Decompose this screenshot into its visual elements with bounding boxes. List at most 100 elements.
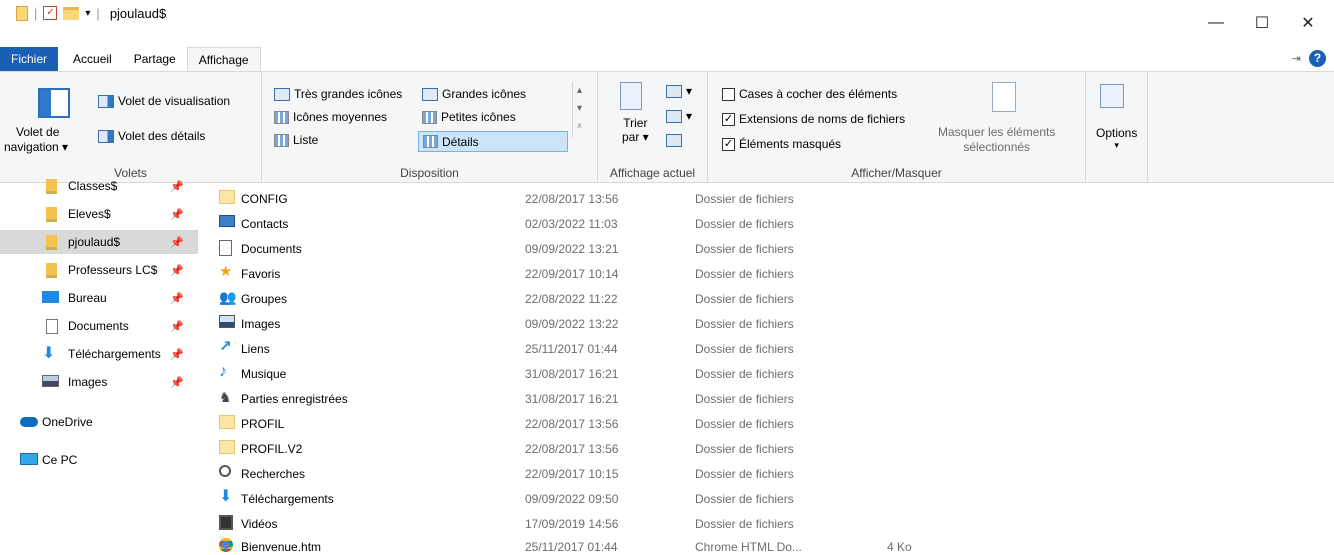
file-name: Images [241, 317, 281, 331]
small-icons-icon [422, 110, 437, 124]
preview-pane-icon [98, 94, 114, 108]
pin-icon: 📌 [170, 376, 184, 389]
checkbox-label: Extensions de noms de fichiers [739, 112, 906, 126]
sort-by-button[interactable]: Trier par ▾ [622, 116, 649, 144]
preview-pane-button[interactable]: Volet de visualisation [98, 94, 230, 108]
table-row[interactable]: PROFIL 22/08/2017 13:56 Dossier de fichi… [205, 411, 1334, 436]
layout-label: Petites icônes [441, 110, 516, 124]
group-label-afficher-masquer: Afficher/Masquer [851, 166, 942, 180]
file-extensions-toggle[interactable]: ✓ Extensions de noms de fichiers [722, 112, 905, 126]
table-row[interactable]: PROFIL.V2 22/08/2017 13:56 Dossier de fi… [205, 436, 1334, 461]
nav-item-ce-pc[interactable]: Ce PC [0, 448, 198, 472]
file-type: Dossier de fichiers [695, 267, 794, 281]
nav-item-telechargements[interactable]: ⬇ Téléchargements 📌 [0, 342, 198, 366]
options-button[interactable]: Options ▾ [1096, 126, 1137, 151]
hide-selected-button[interactable]: Masquer les éléments sélectionnés [938, 125, 1055, 154]
details-icon [423, 135, 438, 148]
file-name: Contacts [241, 217, 289, 231]
table-row[interactable]: Images 09/09/2022 13:22 Dossier de fichi… [205, 311, 1334, 336]
table-row[interactable]: Bienvenue.htm 25/11/2017 01:44 Chrome HT… [205, 534, 1334, 555]
folder-icon [46, 207, 57, 222]
navigation-pane-icon[interactable] [38, 88, 70, 118]
file-name: Liens [241, 342, 270, 356]
file-type: Dossier de fichiers [695, 292, 794, 306]
item-checkboxes-toggle[interactable]: Cases à cocher des éléments [722, 87, 897, 101]
details-pane-icon [98, 129, 114, 143]
table-row[interactable]: 👥 Groupes 22/08/2022 11:22 Dossier de fi… [205, 286, 1334, 311]
new-folder-icon[interactable] [63, 6, 80, 20]
tab-partage[interactable]: Partage [123, 47, 187, 71]
nav-item-documents[interactable]: Documents 📌 [0, 314, 198, 338]
pin-ribbon-icon[interactable]: ⇥ [1292, 52, 1301, 65]
minimize-button[interactable]: — [1193, 0, 1239, 46]
layout-details[interactable]: Détails [418, 131, 568, 152]
size-columns-icon[interactable] [666, 134, 682, 147]
download-icon: ⬇ [219, 488, 233, 505]
layout-extra-large-icons[interactable]: Très grandes icônes [274, 87, 402, 101]
table-row[interactable]: ⬇ Téléchargements 09/09/2022 09:50 Dossi… [205, 486, 1334, 511]
nav-item-bureau[interactable]: Bureau 📌 [0, 286, 198, 310]
tab-fichier[interactable]: Fichier [0, 47, 59, 71]
layout-list[interactable]: Liste [274, 133, 318, 147]
nav-item-eleves[interactable]: Eleves$ 📌 [0, 202, 198, 226]
file-date: 31/08/2017 16:21 [525, 392, 619, 406]
maximize-button[interactable]: ☐ [1239, 0, 1285, 46]
options-label: Options [1096, 126, 1138, 140]
add-columns-icon[interactable]: ▾ [666, 109, 692, 123]
layout-small-icons[interactable]: Petites icônes [422, 110, 516, 124]
sort-by-icon [620, 82, 642, 110]
gallery-scroll[interactable]: ▴ ▾ ⩡ [572, 82, 586, 138]
star-icon: ★ [219, 263, 233, 280]
hidden-items-toggle[interactable]: ✓ Éléments masqués [722, 137, 841, 151]
folder-icon [46, 235, 57, 250]
nav-item-professeurs[interactable]: Professeurs LC$ 📌 [0, 258, 198, 282]
desktop-icon [42, 291, 59, 303]
quick-access-toolbar: | ✓ ▾ | pjoulaud$ [16, 0, 166, 26]
nav-item-images[interactable]: Images 📌 [0, 370, 198, 394]
table-row[interactable]: Recherches 22/09/2017 10:15 Dossier de f… [205, 461, 1334, 486]
table-row[interactable]: ↗ Liens 25/11/2017 01:44 Dossier de fich… [205, 336, 1334, 361]
checkbox-checked[interactable]: ✓ [722, 137, 735, 151]
checkbox-unchecked[interactable] [722, 87, 735, 101]
file-name: Groupes [241, 292, 288, 306]
table-row[interactable]: CONFIG 22/08/2017 13:56 Dossier de fichi… [205, 186, 1334, 211]
tab-accueil[interactable]: Accueil [62, 47, 123, 71]
properties-icon[interactable]: ✓ [43, 6, 58, 20]
details-pane-label: Volet des détails [118, 129, 206, 143]
nav-item-label: Professeurs LC$ [68, 263, 158, 277]
ribbon: Volet de navigation ▾ Volet de visualisa… [0, 71, 1334, 183]
file-name: Parties enregistrées [241, 392, 348, 406]
file-date: 25/11/2017 01:44 [525, 540, 618, 554]
nav-item-onedrive[interactable]: OneDrive [0, 410, 198, 434]
file-name: PROFIL.V2 [241, 442, 303, 456]
file-type: Dossier de fichiers [695, 517, 794, 531]
group-by-icon[interactable]: ▾ [666, 84, 692, 98]
nav-item-label: Eleves$ [68, 207, 111, 221]
nav-item-pjoulaud[interactable]: pjoulaud$ 📌 [0, 230, 198, 254]
details-pane-button[interactable]: Volet des détails [98, 129, 205, 143]
file-name: Vidéos [241, 517, 278, 531]
group-label-affichage-actuel: Affichage actuel [609, 166, 696, 180]
nav-item-classes[interactable]: Classes$ 📌 [0, 174, 198, 198]
group-afficher-masquer: Cases à cocher des éléments ✓ Extensions… [708, 72, 1086, 182]
folder-icon[interactable] [16, 5, 28, 21]
window-title: pjoulaud$ [109, 5, 167, 21]
layout-large-icons[interactable]: Grandes icônes [422, 87, 526, 101]
table-row[interactable]: Contacts 02/03/2022 11:03 Dossier de fic… [205, 211, 1334, 236]
close-button[interactable]: ✕ [1285, 0, 1331, 46]
table-row[interactable]: ★ Favoris 22/09/2017 10:14 Dossier de fi… [205, 261, 1334, 286]
layout-medium-icons[interactable]: Icônes moyennes [274, 110, 387, 124]
list-icon [274, 133, 289, 147]
table-row[interactable]: ♪ Musique 31/08/2017 16:21 Dossier de fi… [205, 361, 1334, 386]
nav-item-label: Téléchargements [68, 347, 161, 361]
tab-affichage[interactable]: Affichage [186, 47, 261, 71]
qat-dropdown-icon[interactable]: ▾ [85, 8, 90, 19]
checkbox-checked[interactable]: ✓ [722, 112, 735, 126]
images-icon [42, 375, 59, 387]
help-icon[interactable]: ? [1309, 50, 1326, 67]
table-row[interactable]: Vidéos 17/09/2019 14:56 Dossier de fichi… [205, 511, 1334, 536]
table-row[interactable]: ♞ Parties enregistrées 31/08/2017 16:21 … [205, 386, 1334, 411]
navigation-pane-button[interactable]: Volet de navigation ▾ [4, 125, 68, 154]
group-options: Options ▾ [1086, 72, 1148, 182]
table-row[interactable]: Documents 09/09/2022 13:21 Dossier de fi… [205, 236, 1334, 261]
